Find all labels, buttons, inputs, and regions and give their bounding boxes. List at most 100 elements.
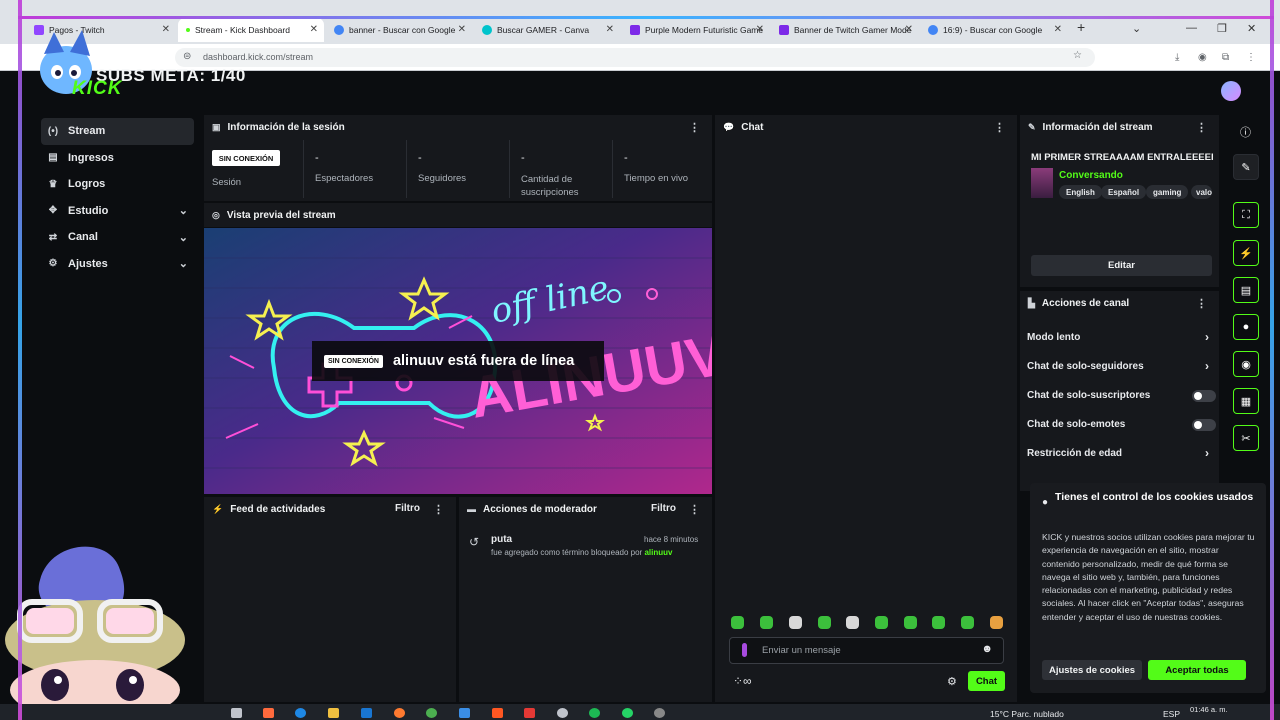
accept-all-cookies-button[interactable]: Aceptar todas [1148,660,1246,680]
close-tab-icon[interactable]: ✕ [162,24,170,35]
note-icon[interactable]: ▤ [1233,277,1259,303]
wrench-icon[interactable]: ✂ [1233,425,1259,451]
language-indicator[interactable]: ESP [1163,709,1180,719]
chat-message-input[interactable]: Enviar un mensaje ☻ [729,637,1004,664]
whatsapp-icon[interactable] [622,708,633,718]
mail-icon[interactable] [361,708,372,718]
edit-pencil-icon[interactable]: ✎ [1233,154,1259,180]
more-options-icon[interactable]: ⋮ [433,503,444,516]
extensions-icon[interactable]: ⧉ [1222,52,1229,63]
url-field[interactable]: ⊜ dashboard.kick.com/stream ☆ [175,48,1095,67]
settings-icon[interactable] [557,708,568,718]
emote-icon[interactable] [932,616,945,629]
category-link[interactable]: Conversando [1059,170,1123,181]
menu-dots-icon[interactable]: ⋮ [1246,52,1256,63]
emote-icon[interactable] [760,616,773,629]
tag-chip[interactable]: English [1059,185,1102,199]
chevron-down-icon[interactable]: ⌄ [179,231,188,244]
send-chat-button[interactable]: Chat [968,671,1005,691]
action-followers-only[interactable]: Chat de solo-seguidores [1027,361,1144,372]
emote-icon[interactable] [789,616,802,629]
filter-button[interactable]: Filtro [651,503,676,514]
entry-user-link[interactable]: alinuuv [644,548,672,557]
subscribers-only-toggle[interactable] [1192,390,1216,402]
action-slow-mode[interactable]: Modo lento [1027,332,1080,343]
store-icon[interactable] [459,708,470,718]
minimize-icon[interactable]: — [1186,22,1197,34]
bolt-icon[interactable]: ⚡ [1233,240,1259,266]
emotes-only-toggle[interactable] [1192,419,1216,431]
close-tab-icon[interactable]: ✕ [606,24,614,35]
sidebar-item-logros[interactable]: ♛ Logros [33,171,196,198]
emote-icon[interactable] [875,616,888,629]
file-explorer-icon[interactable] [328,708,339,718]
download-icon[interactable]: ⤓ [1175,52,1179,63]
tag-chip[interactable]: valo [1191,185,1212,199]
bookmark-star-icon[interactable]: ☆ [1073,50,1082,61]
emote-icon[interactable] [731,616,744,629]
restore-icon[interactable]: ❐ [1217,22,1227,35]
close-tab-icon[interactable]: ✕ [458,24,466,35]
edge-icon[interactable] [295,708,306,718]
emoji-picker-icon[interactable]: ☻ [981,643,993,655]
broadcast-icon[interactable]: ◉ [1233,351,1259,377]
more-options-icon[interactable]: ⋮ [689,503,700,516]
emote-icon[interactable] [904,616,917,629]
emote-icon[interactable] [961,616,974,629]
obs-icon[interactable] [654,708,665,718]
lock-icon[interactable]: ⊜ [183,51,191,62]
weather-text[interactable]: 15°C Parc. nublado [990,709,1064,719]
action-age-restriction[interactable]: Restricción de edad [1027,448,1122,459]
chevron-down-icon[interactable]: ⌄ [1132,22,1141,35]
clock-time[interactable]: 01:46 a. m. [1190,705,1228,714]
sidebar-item-canal[interactable]: ⇄ Canal ⌄ [33,224,196,251]
chat-tools-icon[interactable]: ⁘∞ [733,674,752,688]
scene-icon[interactable]: ⛶ [1233,202,1259,228]
task-view-icon[interactable] [231,708,242,718]
chrome-icon[interactable] [426,708,437,718]
close-tab-icon[interactable]: ✕ [1054,24,1062,35]
category-thumbnail[interactable] [1031,168,1053,198]
sidebar-item-stream[interactable]: (•) Stream [41,118,194,145]
tab-canva[interactable]: Buscar GAMER - Canva ✕ [474,18,620,42]
brave-icon[interactable] [492,708,503,718]
chevron-down-icon[interactable]: ⌄ [179,257,188,270]
kick-logo[interactable]: KICK [72,78,122,100]
sidebar-item-ajustes[interactable]: ⚙ Ajustes ⌄ [33,251,196,278]
chevron-down-icon[interactable]: ⌄ [179,204,188,217]
profile-icon[interactable]: ◉ [1198,52,1207,63]
more-options-icon[interactable]: ⋮ [689,121,700,134]
filter-button[interactable]: Filtro [395,503,420,514]
tab-google-169[interactable]: 16:9) - Buscar con Google ✕ [920,18,1068,42]
more-options-icon[interactable]: ⋮ [994,121,1005,134]
close-window-icon[interactable]: ✕ [1247,22,1256,35]
spotify-icon[interactable] [589,708,600,718]
emote-icon[interactable] [990,616,1003,629]
tab-google-banner[interactable]: banner - Buscar con Google ✕ [326,18,472,42]
chevron-right-icon[interactable]: › [1205,330,1209,344]
cookie-settings-button[interactable]: Ajustes de cookies [1042,660,1142,680]
new-tab-icon[interactable]: + [1077,19,1085,35]
close-tab-icon[interactable]: ✕ [905,24,913,35]
firefox-icon[interactable] [394,708,405,718]
more-options-icon[interactable]: ⋮ [1196,121,1207,134]
emote-icon[interactable] [846,616,859,629]
app-icon[interactable] [524,708,535,718]
chevron-right-icon[interactable]: › [1205,359,1209,373]
user-avatar[interactable] [1221,81,1241,101]
app-icon[interactable] [263,708,274,718]
close-tab-icon[interactable]: ✕ [310,24,318,35]
chevron-right-icon[interactable]: › [1205,446,1209,460]
more-options-icon[interactable]: ⋮ [1196,297,1207,310]
sidebar-item-ingresos[interactable]: ▤ Ingresos [33,145,196,172]
sidebar-item-estudio[interactable]: ✥ Estudio ⌄ [33,198,196,225]
tab-twitch-banner[interactable]: Banner de Twitch Gamer Mode ✕ [771,18,919,42]
tab-kick-dashboard[interactable]: Stream - Kick Dashboard ✕ [178,18,324,42]
info-icon[interactable]: ⓘ [1240,124,1251,140]
emote-icon[interactable] [818,616,831,629]
edit-stream-button[interactable]: Editar [1031,255,1212,276]
chat-settings-gear-icon[interactable]: ⚙ [947,675,957,688]
tab-purple-futuristic[interactable]: Purple Modern Futuristic Game ✕ [622,18,770,42]
close-tab-icon[interactable]: ✕ [756,24,764,35]
layout-icon[interactable]: ▦ [1233,388,1259,414]
